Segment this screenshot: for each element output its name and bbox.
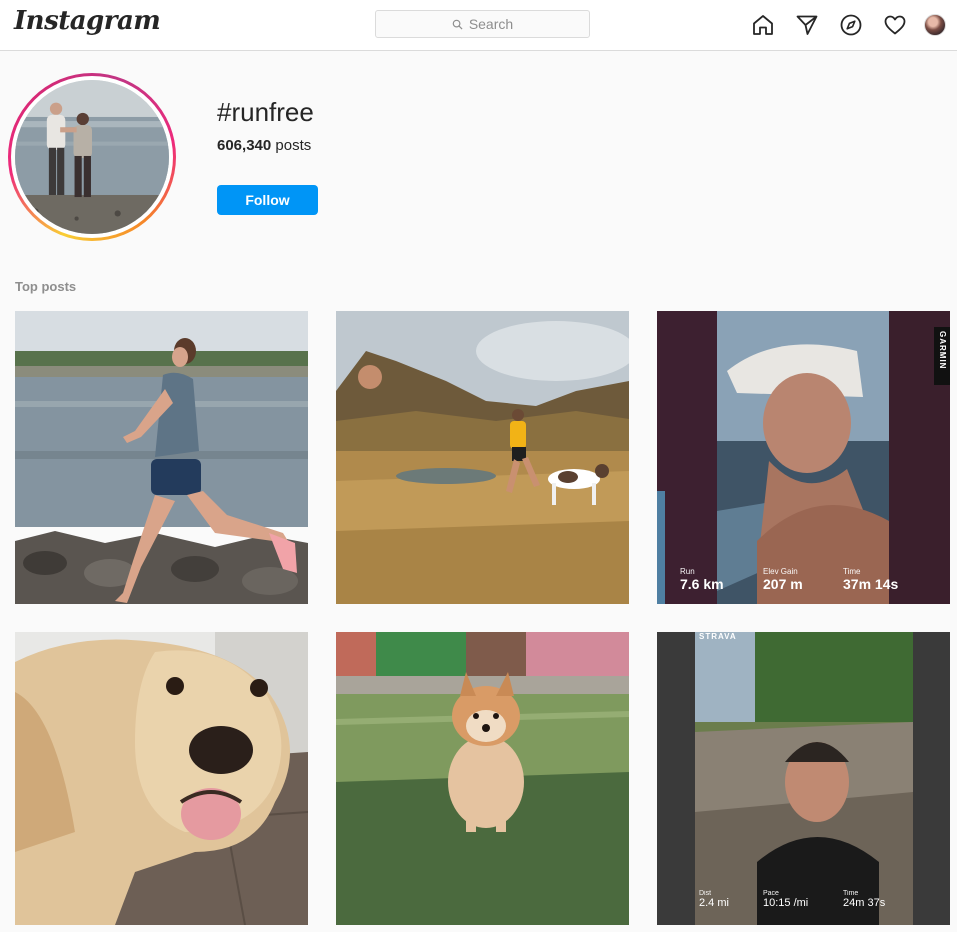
post-tile-2[interactable] <box>336 311 629 604</box>
stat-value: 37m 14s <box>843 576 899 592</box>
couple-photo-art <box>15 80 169 234</box>
instagram-logo[interactable]: Instagram <box>14 6 161 36</box>
stat-value: 7.6 km <box>680 576 724 592</box>
runner-by-water-photo <box>15 311 308 604</box>
pomeranian-photo <box>336 632 629 925</box>
post-tile-4[interactable] <box>15 632 308 925</box>
stat-elev-gain: Elev Gain 207 m <box>763 567 803 592</box>
garmin-brand: GARMIN <box>938 331 947 370</box>
stat-time: Time 24m 37s <box>843 890 885 909</box>
nav-icon-group <box>750 12 946 38</box>
couple-photo <box>15 80 169 234</box>
stat-value: 2.4 mi <box>699 897 729 909</box>
garmin-selfie-photo <box>657 311 950 604</box>
post-tile-6[interactable]: STRAVA Dist 2.4 mi Pace 10:15 /mi Time 2… <box>657 632 950 925</box>
search-input[interactable]: Search <box>375 10 590 38</box>
stat-label: Pace <box>763 890 779 897</box>
stat-value: 24m 37s <box>843 897 886 909</box>
stat-label: Run <box>680 567 695 576</box>
direct-icon[interactable] <box>794 12 820 38</box>
profile-avatar[interactable] <box>924 14 946 36</box>
stat-time: Time 37m 14s <box>843 567 898 592</box>
stat-label: Elev Gain <box>763 567 798 576</box>
strava-brand: STRAVA <box>699 632 737 641</box>
search-icon <box>452 19 463 30</box>
stat-label: Dist <box>699 890 712 897</box>
hashtag-profile-picture <box>8 73 176 241</box>
search-placeholder: Search <box>468 16 514 32</box>
stat-label: Time <box>843 567 861 576</box>
stat-pace: Pace 10:15 /mi <box>763 890 808 909</box>
golden-retriever-photo <box>15 632 308 925</box>
strava-selfie-photo <box>657 632 950 925</box>
home-icon[interactable] <box>750 12 776 38</box>
explore-icon[interactable] <box>838 12 864 38</box>
post-count-label: posts <box>275 137 312 154</box>
activity-heart-icon[interactable] <box>882 12 908 38</box>
stat-label: Time <box>843 890 859 897</box>
post-tile-5[interactable] <box>336 632 629 925</box>
trail-run-with-dog-photo <box>336 311 629 604</box>
post-count-number: 606,340 <box>217 137 272 154</box>
post-count: 606,340 posts <box>217 137 311 154</box>
stat-run: Run 7.6 km <box>680 567 724 592</box>
stat-distance: Dist 2.4 mi <box>699 890 729 909</box>
post-tile-3[interactable]: GARMIN Run 7.6 km Elev Gain 207 m Time 3… <box>657 311 950 604</box>
follow-button[interactable]: Follow <box>217 185 318 215</box>
stat-value: 207 m <box>763 576 803 592</box>
top-nav-bar: Instagram Search <box>0 0 957 51</box>
post-tile-1[interactable] <box>15 311 308 604</box>
hashtag-title: #runfree <box>217 97 314 127</box>
top-posts-heading: Top posts <box>15 279 77 294</box>
stat-value: 10:15 /mi <box>763 897 809 909</box>
